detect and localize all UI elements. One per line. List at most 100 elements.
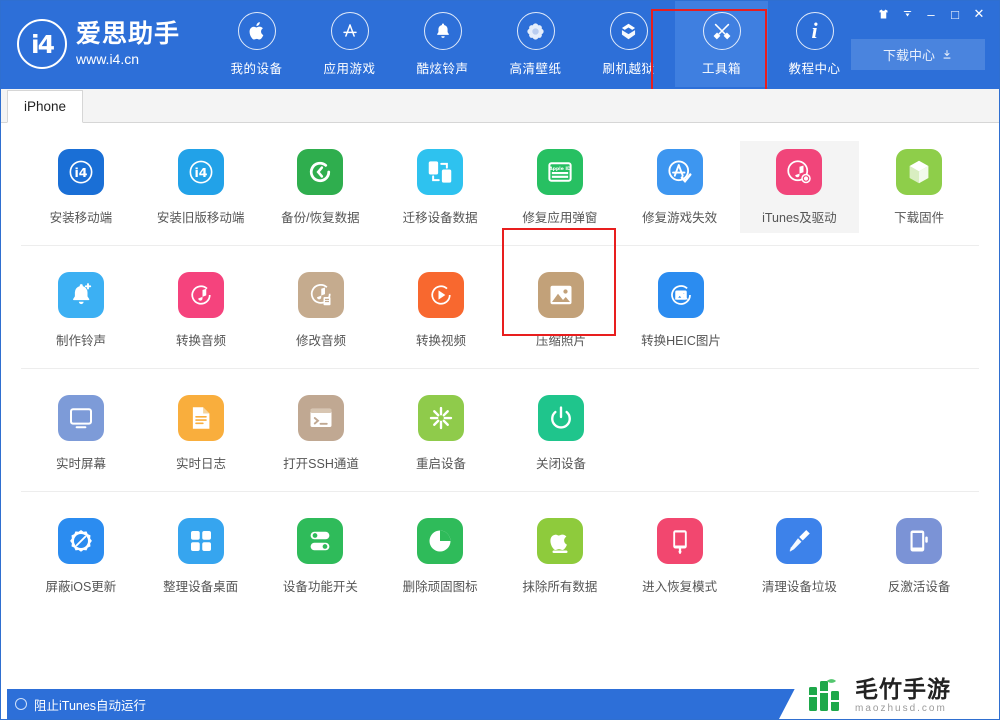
skin-icon[interactable]: [872, 4, 894, 24]
i4-app-icon: i4: [57, 149, 104, 195]
audio-convert-icon: [178, 272, 224, 318]
tool-label: 删除顽固图标: [402, 580, 478, 594]
tool-install-legacy-mobile[interactable]: i4 安装旧版移动端: [141, 141, 261, 233]
tool-label: 进入恢复模式: [642, 580, 718, 594]
tool-label: 修复应用弹窗: [522, 211, 598, 225]
flower-icon: [516, 12, 555, 50]
tool-label: 清理设备垃圾: [761, 580, 837, 594]
compress-photo-icon: [538, 272, 584, 318]
reboot-icon: [418, 395, 464, 441]
tool-delete-stuck-icons[interactable]: 删除顽固图标: [380, 510, 500, 602]
tool-power-off-device[interactable]: 关闭设备: [501, 387, 621, 479]
toolbox-row: 实时屏幕 实时日志 打开SSH通道 重启设备 关闭设备: [21, 369, 979, 492]
live-log-icon: [178, 395, 224, 441]
tool-label: 修改音频: [295, 334, 346, 348]
itunes-driver-icon: [776, 149, 823, 195]
delete-icon-icon: [417, 518, 464, 564]
tool-recovery-mode[interactable]: 进入恢复模式: [620, 510, 740, 602]
tool-convert-audio[interactable]: 转换音频: [141, 264, 261, 356]
bell-icon: [423, 12, 462, 50]
nav-item-toolbox[interactable]: 工具箱: [675, 1, 769, 87]
tool-convert-heic[interactable]: 转换HEIC图片: [621, 264, 741, 356]
app-window: i4 爱思助手 www.i4.cn 我的设备 应用游戏 酷炫铃声 高清壁纸 刷机…: [0, 0, 1000, 720]
tool-itunes-driver[interactable]: iTunes及驱动: [739, 141, 860, 233]
migrate-data-icon: [417, 149, 464, 195]
tool-migrate-data[interactable]: 迁移设备数据: [380, 141, 500, 233]
radio-icon: [15, 698, 27, 710]
tool-label: 安装旧版移动端: [156, 211, 245, 225]
tool-label: 转换音频: [175, 334, 226, 348]
tool-convert-video[interactable]: 转换视频: [381, 264, 501, 356]
tool-feature-toggles[interactable]: 设备功能开关: [261, 510, 381, 602]
nav-item-ringtones[interactable]: 酷炫铃声: [396, 1, 489, 87]
tool-install-mobile[interactable]: i4 安装移动端: [21, 141, 141, 233]
toolbox-row: 屏蔽iOS更新 整理设备桌面 设备功能开关 删除顽固图标 抹除所有数据 进入恢复…: [21, 492, 979, 614]
bamboo-icon: [807, 679, 847, 713]
tool-label: 修复游戏失效: [642, 211, 718, 225]
nav-label: 我的设备: [230, 62, 283, 76]
svg-text:Apple ID: Apple ID: [549, 166, 571, 172]
tool-label: 实时日志: [175, 457, 226, 471]
nav-item-apps-games[interactable]: 应用游戏: [303, 1, 396, 87]
nav-item-my-device[interactable]: 我的设备: [210, 1, 303, 87]
backup-restore-icon: [297, 149, 344, 195]
tool-deactivate-device[interactable]: 反激活设备: [859, 510, 979, 602]
tool-download-firmware[interactable]: 下载固件: [859, 141, 979, 233]
tool-edit-audio[interactable]: 修改音频: [261, 264, 381, 356]
download-center-label: 下载中心: [882, 48, 935, 63]
live-screen-icon: [58, 395, 104, 441]
nav-item-tutorials[interactable]: i 教程中心: [768, 1, 861, 87]
tab-iphone[interactable]: iPhone: [7, 90, 84, 123]
ringtone-add-icon: [58, 272, 104, 318]
tab-label: iPhone: [24, 99, 67, 114]
clean-junk-icon: [776, 518, 823, 564]
deactivate-icon: [896, 518, 943, 564]
watermark: 毛竹手游 maozhusd.com: [779, 673, 999, 719]
maximize-button[interactable]: □: [944, 4, 966, 24]
tool-label: 关闭设备: [535, 457, 586, 471]
tool-label: 迁移设备数据: [402, 211, 478, 225]
tool-backup-restore[interactable]: 备份/恢复数据: [261, 141, 381, 233]
box-icon: [609, 12, 648, 50]
download-center-button[interactable]: 下载中心: [851, 39, 985, 70]
tool-erase-all-data[interactable]: 抹除所有数据: [500, 510, 620, 602]
svg-text:i4: i4: [194, 165, 207, 180]
tool-block-ios-update[interactable]: 屏蔽iOS更新: [21, 510, 141, 602]
tool-live-screen[interactable]: 实时屏幕: [21, 387, 141, 479]
tool-clean-junk[interactable]: 清理设备垃圾: [740, 510, 860, 602]
tool-fix-game-failure[interactable]: 修复游戏失效: [620, 141, 740, 233]
tools-icon: [702, 12, 741, 50]
nav-item-flash-jailbreak[interactable]: 刷机越狱: [582, 1, 675, 87]
tool-live-log[interactable]: 实时日志: [141, 387, 261, 479]
toolbox-row: 制作铃声 转换音频 修改音频 转换视频 压缩照片 转换HEIC图片: [21, 228, 979, 369]
tool-label: 屏蔽iOS更新: [45, 580, 117, 594]
toolbox-grid: i4 安装移动端 i4 安装旧版移动端 备份/恢复数据 迁移设备数据 Apple…: [1, 123, 999, 689]
tool-label: 打开SSH通道: [283, 457, 359, 471]
block-itunes-label: 阻止iTunes自动运行: [34, 698, 147, 713]
block-itunes-toggle[interactable]: 阻止iTunes自动运行: [15, 695, 146, 714]
tool-organize-home-screen[interactable]: 整理设备桌面: [141, 510, 261, 602]
status-left-spacer: [1, 689, 7, 719]
power-off-icon: [538, 395, 584, 441]
tool-make-ringtone[interactable]: 制作铃声: [21, 264, 141, 356]
erase-data-icon: [536, 518, 583, 564]
tool-open-ssh[interactable]: 打开SSH通道: [261, 387, 381, 479]
minimize-button[interactable]: –: [920, 4, 942, 24]
window-controls: – □ ✕: [872, 4, 990, 24]
tool-fix-app-popup[interactable]: Apple ID 修复应用弹窗: [500, 141, 620, 233]
block-update-icon: [57, 518, 104, 564]
download-icon: [943, 49, 951, 59]
nav-item-wallpapers[interactable]: 高清壁纸: [489, 1, 582, 87]
audio-edit-icon: [298, 272, 344, 318]
close-button[interactable]: ✕: [968, 4, 990, 24]
tool-label: 转换HEIC图片: [641, 334, 721, 348]
appstore-icon: [330, 12, 369, 50]
menu-dropdown-icon[interactable]: [896, 4, 918, 24]
tool-label: 抹除所有数据: [522, 580, 598, 594]
tool-reboot-device[interactable]: 重启设备: [381, 387, 501, 479]
tool-compress-photo[interactable]: 压缩照片: [501, 264, 621, 356]
watermark-title: 毛竹手游: [855, 676, 951, 702]
brand-logo[interactable]: i4 爱思助手 www.i4.cn: [17, 19, 180, 69]
nav-label: 刷机越狱: [602, 62, 655, 76]
watermark-url: maozhusd.com: [855, 703, 947, 714]
